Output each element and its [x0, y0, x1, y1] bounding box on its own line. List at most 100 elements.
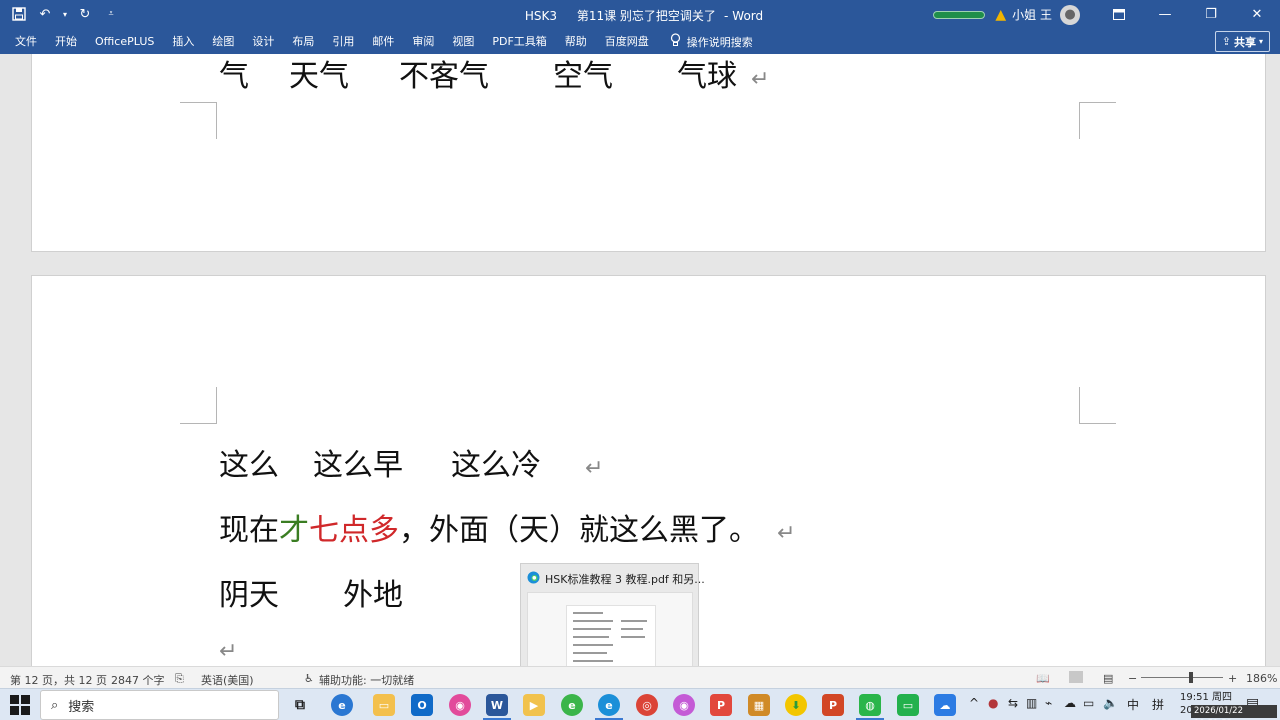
ie-browser-icon[interactable]: e	[331, 694, 353, 716]
lightbulb-icon	[670, 33, 681, 50]
text-rest: ，外面（天）就这么黑了。	[399, 513, 759, 548]
browser-alt-icon[interactable]: ◉	[673, 694, 695, 716]
tab-references[interactable]: 引用	[323, 29, 363, 54]
restore-icon[interactable]: ❐	[1188, 0, 1234, 29]
user-name[interactable]: 小姐 王	[1012, 6, 1052, 23]
recording-timestamp: 2026/01/22 19:51:52	[1191, 705, 1277, 720]
zoom-out-icon[interactable]: −	[1128, 672, 1137, 685]
messaging-app-icon[interactable]: ▭	[897, 694, 919, 716]
word-tianqi: 天气	[289, 59, 349, 94]
wechat-icon[interactable]: ◍	[859, 694, 881, 716]
file-explorer-icon[interactable]: ▭	[373, 694, 395, 716]
pdf-reader-icon[interactable]: P	[710, 694, 732, 716]
accessibility-status[interactable]: 辅助功能: 一切就绪	[319, 672, 414, 688]
chevron-down-icon: ▾	[1258, 37, 1263, 46]
doc-name: HSK3	[524, 9, 558, 23]
download-app-icon[interactable]: ⬇	[785, 694, 807, 716]
ribbon-tabs: 文件 开始 OfficePLUS 插入 绘图 设计 布局 引用 邮件 审阅 视图…	[0, 29, 1280, 54]
tab-file[interactable]: 文件	[6, 29, 46, 54]
empty-paragraph: ↵	[219, 631, 237, 666]
read-mode-icon[interactable]: 📖	[1036, 672, 1050, 685]
line-xianzai: 现在才七点多，外面（天）就这么黑了。 ↵	[219, 505, 795, 549]
print-layout-icon[interactable]	[1069, 671, 1083, 683]
tray-cloud-icon[interactable]: ☁	[1064, 696, 1076, 710]
web-layout-icon[interactable]: ▤	[1103, 672, 1113, 685]
tell-me-search[interactable]: 操作说明搜索	[658, 33, 753, 50]
browser-app-icon[interactable]: ◉	[449, 694, 471, 716]
ime-layout-indicator[interactable]: 拼	[1152, 696, 1164, 713]
show-hidden-icons-icon[interactable]: ^	[969, 696, 979, 710]
word-app-icon[interactable]: W	[486, 694, 508, 716]
archive-app-icon[interactable]: ▦	[748, 694, 770, 716]
paragraph-mark: ↵	[219, 639, 238, 664]
tab-help[interactable]: 帮助	[556, 29, 596, 54]
tab-pdf-toolbox[interactable]: PDF工具箱	[483, 29, 555, 54]
customize-toolbar-icon[interactable]: ⩡	[100, 4, 122, 24]
warning-icon[interactable]: ▲	[995, 7, 1006, 23]
title-bar: ↶ ▾ ↻ ⩡ HSK3 第11课 别忘了把空调关了 - Word ▲ 小姐 王 ●…	[0, 0, 1280, 29]
page-11[interactable]: 气 天气 不客气 空气 气球 ↵	[31, 54, 1266, 252]
tab-mailings[interactable]: 邮件	[363, 29, 403, 54]
media-player-icon[interactable]: ▶	[523, 694, 545, 716]
margin-corner-bottom-left	[180, 102, 217, 139]
close-icon[interactable]: ✕	[1234, 0, 1280, 29]
outlook-icon[interactable]: O	[411, 694, 433, 716]
save-icon[interactable]	[8, 4, 30, 24]
tab-review[interactable]: 审阅	[403, 29, 443, 54]
minimize-icon[interactable]: —	[1142, 0, 1188, 29]
volume-icon[interactable]: 🔈	[1103, 696, 1118, 710]
page-count[interactable]: 第 12 页，共 12 页	[10, 672, 107, 688]
accessibility-icon[interactable]: ♿	[304, 672, 314, 685]
redo-icon[interactable]: ↻	[74, 4, 96, 24]
tray-usb-icon[interactable]: ⌁	[1045, 696, 1052, 710]
word-count[interactable]: 2847 个字	[111, 672, 165, 688]
text-cai: 才	[279, 513, 309, 548]
cloud-app-icon[interactable]: ☁	[934, 694, 956, 716]
tray-app-icon[interactable]: ●	[988, 696, 998, 710]
tell-me-label: 操作说明搜索	[686, 35, 753, 49]
edge-dev-icon[interactable]: e	[561, 694, 583, 716]
share-icon: ⇪	[1221, 35, 1231, 48]
doc-title: 第11课 别忘了把空调关了	[576, 9, 716, 23]
taskbar-search-input[interactable]: ⌕ 搜索	[40, 690, 279, 720]
phrase-zheme: 这么	[219, 448, 279, 483]
zoom-in-icon[interactable]: +	[1228, 672, 1237, 685]
zoom-slider-thumb[interactable]	[1189, 672, 1193, 683]
zoom-level[interactable]: 186%	[1246, 672, 1277, 685]
sync-progress	[933, 10, 986, 19]
tab-officeplus[interactable]: OfficePLUS	[86, 29, 163, 54]
tab-insert[interactable]: 插入	[163, 29, 203, 54]
windows-start-icon[interactable]	[10, 695, 30, 715]
avatar[interactable]: ●	[1060, 4, 1080, 25]
ribbon-display-options-icon[interactable]	[1096, 0, 1142, 29]
task-view-icon[interactable]: ⧉	[289, 694, 311, 716]
tab-view[interactable]: 视图	[443, 29, 483, 54]
undo-icon[interactable]: ↶	[34, 4, 56, 24]
taskbar: ⌕ 搜索 ⧉ e ▭ O ◉ W ▶ e e ◎ ◉ P ▦ ⬇ P ◍ ▭ ☁…	[0, 688, 1280, 720]
word-qiqiu: 气球	[677, 59, 737, 94]
network-icon[interactable]: ▭	[1083, 696, 1094, 710]
zoom-slider[interactable]	[1141, 677, 1223, 678]
tab-home[interactable]: 开始	[46, 29, 86, 54]
tray-transfer-icon[interactable]: ⇆	[1008, 696, 1018, 710]
tab-design[interactable]: 设计	[243, 29, 283, 54]
vocab-line-qi: 气 天气 不客气 空气 气球 ↵	[219, 54, 769, 95]
tab-baidu-netdisk[interactable]: 百度网盘	[596, 29, 658, 54]
undo-dropdown-icon[interactable]: ▾	[60, 4, 70, 24]
title-separator: -	[723, 9, 729, 23]
tab-layout[interactable]: 布局	[283, 29, 323, 54]
ime-mode-indicator[interactable]: 中	[1127, 696, 1139, 713]
tab-draw[interactable]: 绘图	[203, 29, 243, 54]
language[interactable]: 英语(美国)	[201, 672, 254, 688]
share-button[interactable]: ⇪ 共享 ▾	[1214, 31, 1270, 52]
powerpoint-icon[interactable]: P	[822, 694, 844, 716]
phrase-zhemeleng: 这么冷	[451, 448, 541, 483]
chrome-icon[interactable]: ◎	[636, 694, 658, 716]
proofing-icon[interactable]: ⎘	[175, 672, 184, 686]
line-yintian: 阴天 外地	[219, 570, 403, 614]
edge-icon[interactable]: e	[598, 694, 620, 716]
quick-access-toolbar: ↶ ▾ ↻ ⩡	[8, 4, 122, 24]
edge-icon	[527, 571, 540, 587]
status-bar: 第 12 页，共 12 页 2847 个字 ⎘ 英语(美国) ♿ 辅助功能: 一…	[0, 666, 1280, 688]
tray-wifi-app-icon[interactable]: ▥	[1026, 696, 1037, 710]
